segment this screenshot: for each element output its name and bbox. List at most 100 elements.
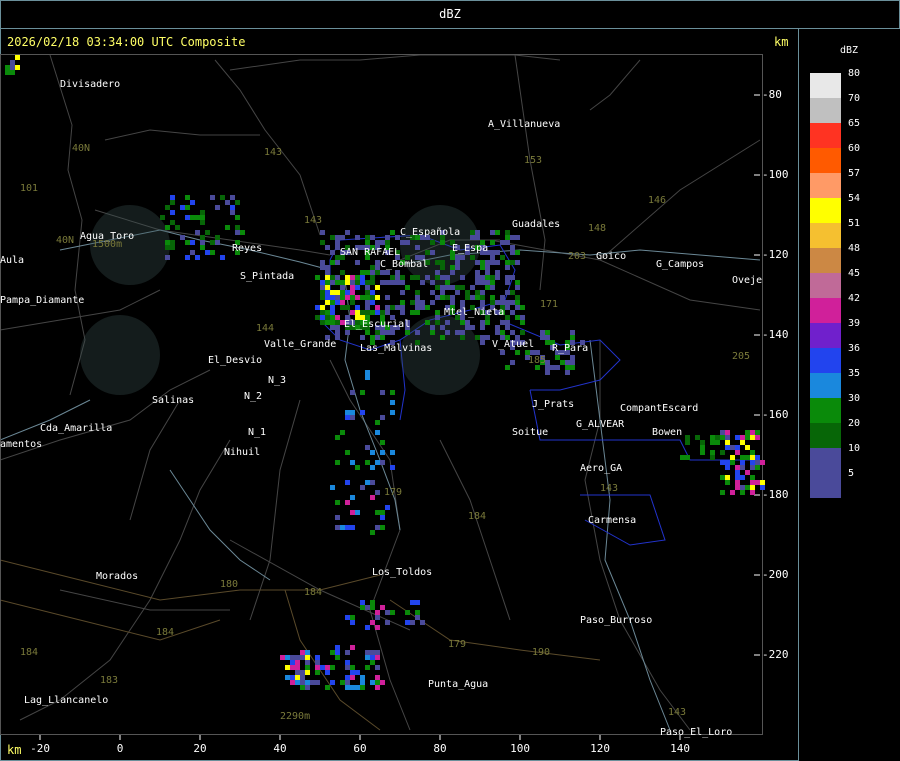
legend-level-label: 36 bbox=[848, 343, 861, 354]
echo-pixel bbox=[325, 245, 330, 250]
echo-pixel bbox=[735, 485, 740, 490]
echo-pixel bbox=[430, 240, 435, 245]
echo-pixel bbox=[385, 330, 390, 335]
echo-pixel bbox=[330, 325, 335, 330]
echo-pixel bbox=[315, 680, 320, 685]
y-tick-label: -140 bbox=[762, 328, 789, 341]
echo-pixel bbox=[755, 455, 760, 460]
echo-pixel bbox=[505, 260, 510, 265]
echo-pixel bbox=[460, 330, 465, 335]
echo-pixel bbox=[345, 615, 350, 620]
road-label: 2290m bbox=[280, 711, 311, 722]
echo-pixel bbox=[375, 490, 380, 495]
echo-pixel bbox=[415, 245, 420, 250]
legend-swatch bbox=[810, 473, 841, 498]
echo-pixel bbox=[165, 255, 170, 260]
echo-pixel bbox=[700, 445, 705, 450]
echo-pixel bbox=[500, 330, 505, 335]
echo-pixel bbox=[455, 290, 460, 295]
echo-pixel bbox=[470, 285, 475, 290]
echo-pixel bbox=[380, 680, 385, 685]
place-label: S_Pintada bbox=[240, 271, 295, 282]
echo-pixel bbox=[360, 295, 365, 300]
echo-pixel bbox=[500, 350, 505, 355]
echo-pixel bbox=[350, 300, 355, 305]
echo-pixel bbox=[345, 280, 350, 285]
x-tick-label: 140 bbox=[670, 742, 690, 755]
echo-pixel bbox=[300, 685, 305, 690]
echo-pixel bbox=[460, 255, 465, 260]
echo-pixel bbox=[355, 685, 360, 690]
echo-pixel bbox=[700, 450, 705, 455]
echo-pixel bbox=[305, 685, 310, 690]
echo-pixel bbox=[355, 285, 360, 290]
radar-map[interactable] bbox=[0, 0, 797, 761]
echo-pixel bbox=[735, 480, 740, 485]
echo-pixel bbox=[520, 330, 525, 335]
echo-pixel bbox=[365, 280, 370, 285]
echo-pixel bbox=[365, 650, 370, 655]
echo-pixel bbox=[230, 210, 235, 215]
echo-pixel bbox=[365, 375, 370, 380]
legend-swatch bbox=[810, 248, 841, 273]
echo-pixel bbox=[325, 310, 330, 315]
echo-pixel bbox=[750, 435, 755, 440]
echo-pixel bbox=[365, 330, 370, 335]
echo-pixel bbox=[360, 605, 365, 610]
echo-pixel bbox=[325, 665, 330, 670]
road-label: 179 bbox=[384, 487, 403, 498]
echo-pixel bbox=[350, 275, 355, 280]
echo-pixel bbox=[475, 270, 480, 275]
echo-pixel bbox=[190, 240, 195, 245]
echo-pixel bbox=[710, 455, 715, 460]
echo-pixel bbox=[340, 235, 345, 240]
echo-pixel bbox=[510, 250, 515, 255]
echo-pixel bbox=[520, 305, 525, 310]
echo-pixel bbox=[510, 330, 515, 335]
echo-pixel bbox=[415, 600, 420, 605]
echo-pixel bbox=[330, 305, 335, 310]
echo-pixel bbox=[370, 600, 375, 605]
echo-pixel bbox=[720, 435, 725, 440]
echo-pixel bbox=[445, 295, 450, 300]
echo-pixel bbox=[320, 315, 325, 320]
echo-pixel bbox=[380, 440, 385, 445]
echo-pixel bbox=[390, 230, 395, 235]
echo-pixel bbox=[370, 275, 375, 280]
echo-pixel bbox=[375, 335, 380, 340]
echo-pixel bbox=[515, 235, 520, 240]
echo-pixel bbox=[430, 290, 435, 295]
echo-pixel bbox=[490, 295, 495, 300]
echo-pixel bbox=[375, 675, 380, 680]
echo-pixel bbox=[420, 620, 425, 625]
echo-pixel bbox=[320, 295, 325, 300]
echo-pixel bbox=[480, 320, 485, 325]
echo-pixel bbox=[380, 460, 385, 465]
echo-pixel bbox=[165, 240, 170, 245]
echo-pixel bbox=[455, 260, 460, 265]
echo-pixel bbox=[475, 275, 480, 280]
echo-pixel bbox=[315, 665, 320, 670]
echo-pixel bbox=[710, 450, 715, 455]
echo-pixel bbox=[175, 225, 180, 230]
place-label: Nihuil bbox=[224, 447, 261, 458]
road-label: 1500m bbox=[92, 239, 123, 250]
echo-pixel bbox=[5, 65, 10, 70]
echo-pixel bbox=[360, 310, 365, 315]
road-label: 180 bbox=[220, 579, 239, 590]
echo-pixel bbox=[440, 290, 445, 295]
echo-pixel bbox=[470, 295, 475, 300]
legend-level-label: 80 bbox=[848, 68, 861, 79]
echo-pixel bbox=[420, 305, 425, 310]
road-label: 153 bbox=[524, 155, 543, 166]
echo-pixel bbox=[515, 285, 520, 290]
legend-swatch bbox=[810, 373, 841, 398]
echo-pixel bbox=[500, 240, 505, 245]
echo-pixel bbox=[440, 265, 445, 270]
echo-pixel bbox=[345, 680, 350, 685]
echo-pixel bbox=[745, 485, 750, 490]
echo-pixel bbox=[340, 290, 345, 295]
echo-pixel bbox=[465, 290, 470, 295]
echo-pixel bbox=[345, 525, 350, 530]
legend-swatch bbox=[810, 398, 841, 423]
